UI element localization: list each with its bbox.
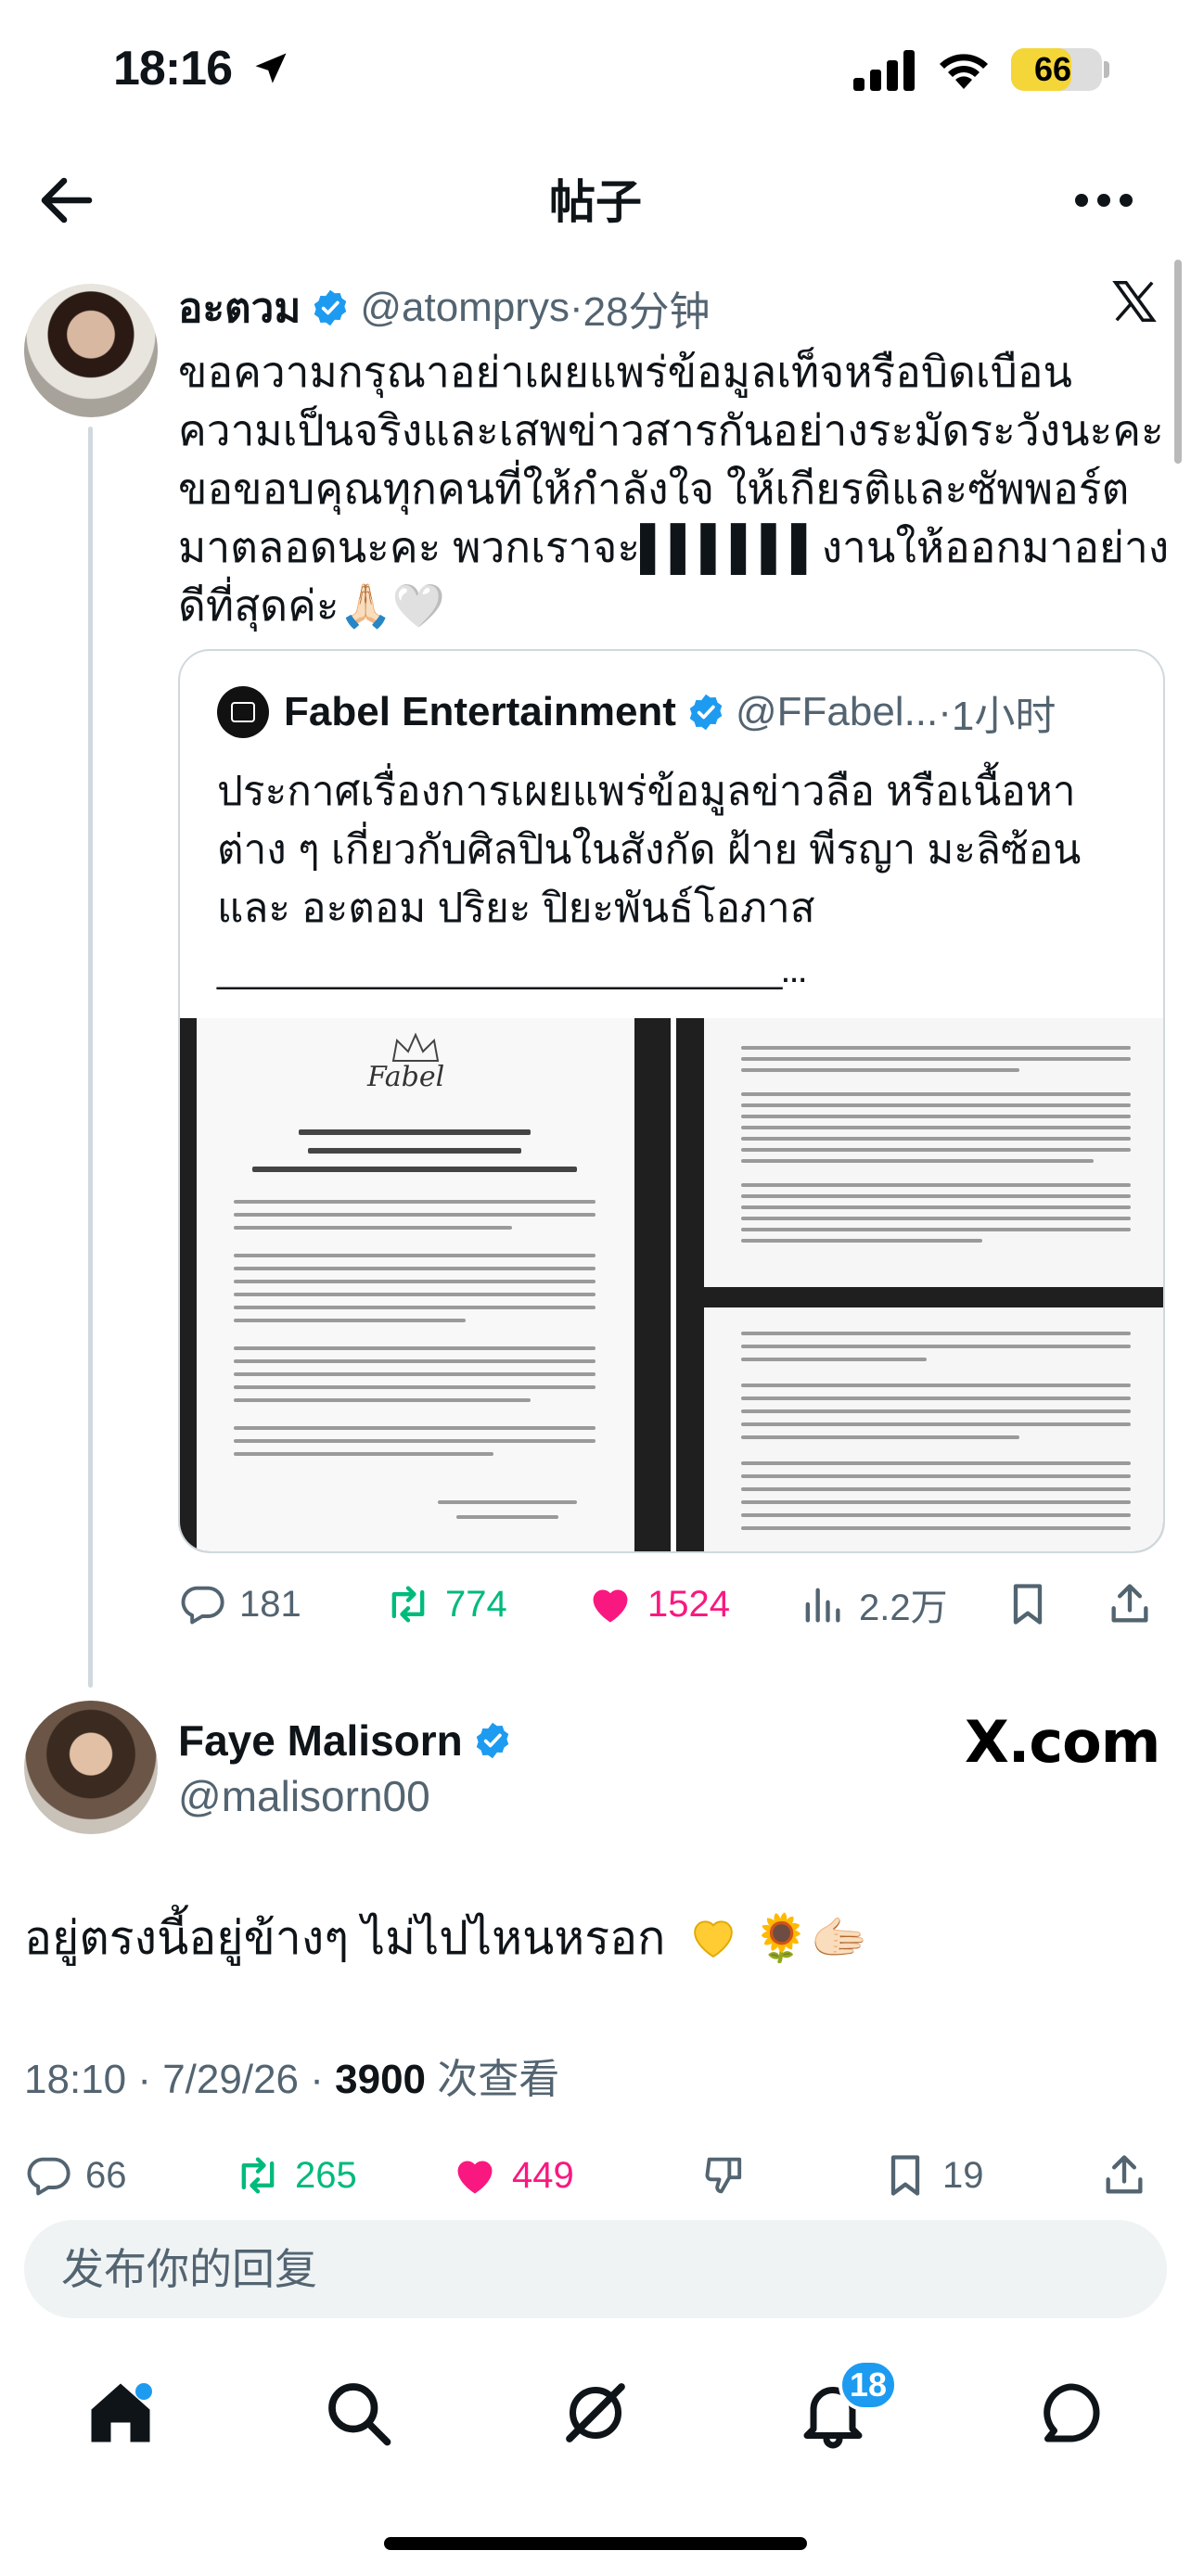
bookmark-button[interactable] [1004, 1567, 1065, 1641]
post-timestamp: 18:10 · 7/29/26 · [24, 2057, 336, 2102]
share-button[interactable] [1106, 1567, 1167, 1641]
heart-icon [457, 2161, 493, 2194]
status-time: 18:16 [113, 42, 233, 96]
verified-badge-icon [314, 289, 347, 326]
announcement-image-thai[interactable]: Fabel [180, 1018, 671, 1551]
fabel-logo: Fabel [367, 1061, 445, 1093]
thumbs-down-icon [705, 2157, 742, 2194]
author-name[interactable]: Faye Malisorn [178, 1715, 463, 1766]
bookmark-icon [1013, 1584, 1043, 1625]
post-time[interactable]: 28分钟 [583, 278, 711, 338]
views-count: 2.2万 [859, 1588, 948, 1628]
views-button[interactable]: 2.2万 [798, 1567, 948, 1641]
post-actions: 181 774 1524 2.2万 [178, 1567, 1171, 1641]
heart-icon [593, 1589, 628, 1623]
author-handle[interactable]: @atomprys [360, 285, 570, 331]
retweet-count: 265 [295, 2154, 357, 2196]
verified-badge-icon [476, 1722, 509, 1759]
retweet-count: 774 [445, 1583, 507, 1625]
location-arrow-icon [255, 53, 287, 83]
battery-level: 66 [1033, 50, 1072, 88]
separator-dot: · [938, 689, 952, 734]
tab-search[interactable] [319, 2374, 397, 2452]
quoted-avatar [217, 686, 269, 738]
battery-nub [1104, 61, 1109, 78]
post-text-emoji: 🌻🫱🏻 [752, 1912, 868, 1964]
view-label: 次查看 [426, 2057, 560, 2102]
search-icon [328, 2383, 391, 2446]
messages-icon [1044, 2383, 1100, 2442]
separator-dot: · [569, 285, 583, 330]
author-handle[interactable]: @malisorn00 [178, 1771, 430, 1821]
tab-grok[interactable] [557, 2374, 634, 2452]
reply-count: 181 [239, 1583, 301, 1625]
home-unread-dot [135, 2383, 152, 2400]
avatar[interactable] [24, 1701, 158, 1834]
reply-icon [27, 2157, 70, 2196]
quoted-post-truncated-line: ______________________________... [217, 950, 808, 990]
announcement-image-english-chinese[interactable] [676, 1018, 1163, 1551]
reply-count: 66 [85, 2154, 127, 2196]
views-chart-icon [805, 1588, 840, 1623]
post-text: อยู่ตรงนี้อยู่ข้างๆ ไม่ไปไหนหรอก 🌻🫱🏻 [24, 1905, 868, 1971]
retweet-button[interactable]: 774 [384, 1567, 507, 1641]
view-count: 3900 [335, 2057, 427, 2102]
like-button[interactable]: 1524 [586, 1567, 730, 1641]
quoted-post-header: Fabel Entertainment @FFabel... · 1小时 [217, 686, 1056, 739]
verified-badge-icon [689, 694, 723, 731]
page-title: 帖子 [549, 176, 642, 228]
post-text: ขอความกรุณาอย่าเผยแพร่ข้อมูลเท็จหรือบิดเ… [178, 348, 1170, 630]
quoted-media[interactable]: Fabel [180, 1018, 1163, 1551]
retweet-icon [391, 1586, 425, 1623]
cellular-signal-icon [853, 50, 915, 91]
post-text-body: อยู่ตรงนี้อยู่ข้างๆ ไม่ไปไหนหรอก [24, 1912, 666, 1964]
share-icon [1106, 2155, 1143, 2194]
retweet-icon [241, 2157, 275, 2194]
reply-input[interactable]: 发布你的回复 [24, 2220, 1167, 2318]
x-com-watermark: X.com [965, 1708, 1160, 1776]
bottom-tab-bar [0, 2355, 1191, 2476]
scrollbar[interactable] [1174, 260, 1182, 464]
quoted-author-handle: @FFabel... [735, 689, 939, 734]
status-bar: 18:16 66 [0, 0, 1191, 139]
quoted-author-name: Fabel Entertainment [284, 689, 676, 734]
x-logo-icon [1112, 280, 1157, 323]
share-icon [1111, 1584, 1148, 1623]
bookmark-count: 19 [942, 2154, 984, 2196]
thread-connector [88, 427, 93, 1688]
yellow-heart-icon [694, 1920, 734, 1958]
quoted-post-time: 1小时 [951, 694, 1057, 739]
more-options-icon[interactable] [1067, 167, 1141, 234]
grok-icon [566, 2383, 625, 2442]
home-indicator [384, 2537, 807, 2550]
reply-button[interactable]: 181 [178, 1567, 301, 1641]
reply-icon [181, 1586, 224, 1625]
avatar[interactable] [24, 284, 158, 417]
quoted-post[interactable]: Fabel Entertainment @FFabel... · 1小时 ประ… [178, 649, 1165, 1553]
author-name[interactable]: อะตวม [178, 275, 301, 340]
post-header: อะตวม @atomprys · 28分钟 [178, 278, 711, 338]
bookmark-icon [890, 2155, 920, 2196]
notification-badge: 18 [839, 2359, 899, 2411]
like-count: 1524 [647, 1583, 730, 1625]
nav-header: 帖子 [0, 139, 1191, 250]
battery-indicator: 66 [1011, 48, 1102, 91]
like-count: 449 [512, 2154, 574, 2196]
post-meta: 18:10 · 7/29/26 · 3900 次查看 [24, 2046, 559, 2105]
wifi-icon [940, 54, 988, 89]
tab-messages[interactable] [1031, 2374, 1109, 2452]
quoted-post-text: ประกาศเรื่องการเผยแพร่ข้อมูลข่าวลือ หรือ… [217, 769, 1082, 931]
post-header: Faye Malisorn [178, 1712, 522, 1769]
